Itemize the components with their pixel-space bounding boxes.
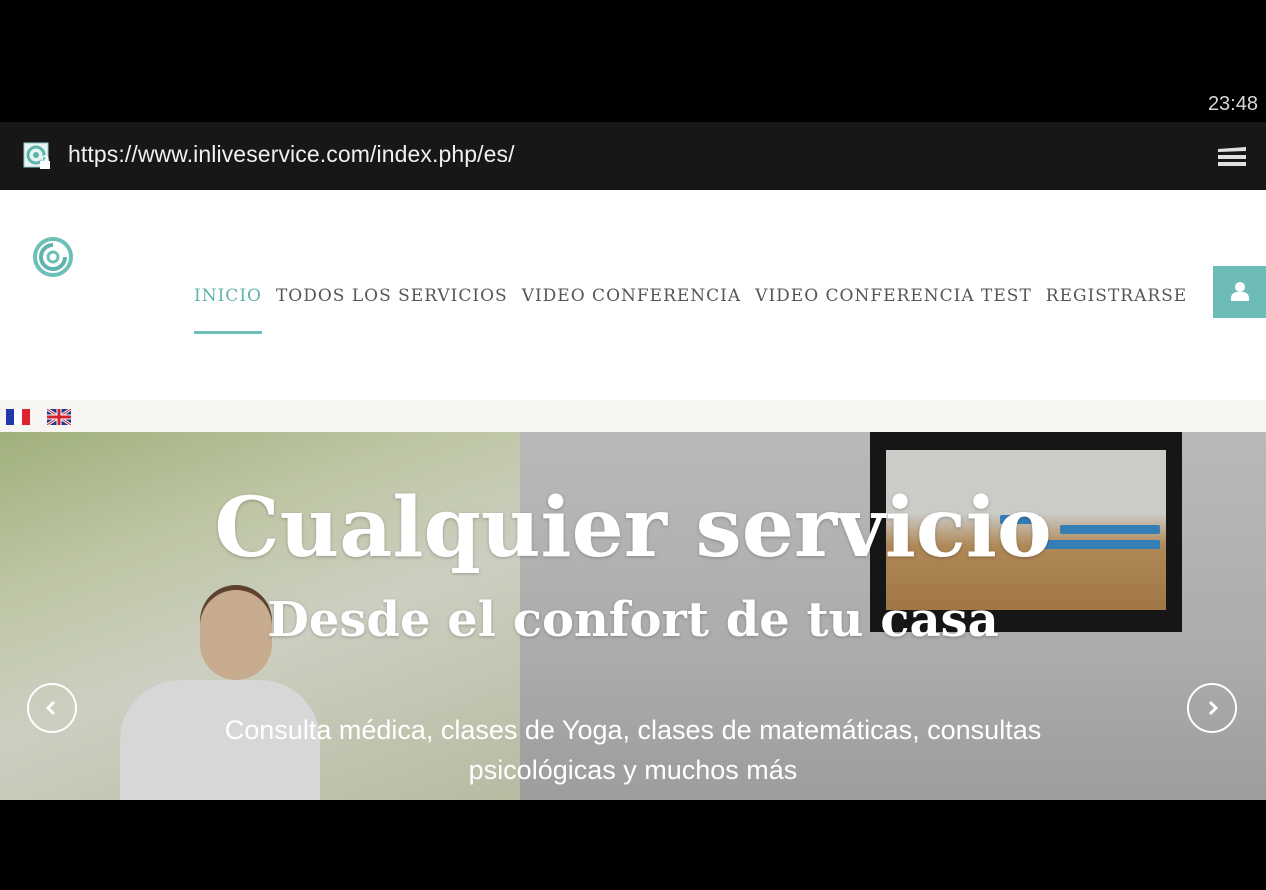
status-bar	[0, 0, 1266, 122]
url-text[interactable]: https://www.inliveservice.com/index.php/…	[68, 141, 515, 168]
status-time: 23:48	[1207, 93, 1258, 115]
main-nav: INICIO TODOS LOS SERVICIOS VIDEO CONFERE…	[194, 286, 1201, 334]
hero-description: Consulta médica, clases de Yoga, clases …	[224, 715, 1042, 785]
chevron-right-icon	[1208, 700, 1219, 716]
hero-subtitle: Desde el confort de tu casa	[267, 592, 999, 648]
tabs-menu-icon[interactable]	[1216, 143, 1248, 171]
user-login-button[interactable]	[1213, 266, 1266, 318]
slider-next-button[interactable]	[1187, 683, 1237, 733]
nav-item-video-conferencia[interactable]: VIDEO CONFERENCIA	[522, 286, 741, 306]
nav-item-registrarse[interactable]: REGISTRARSE	[1046, 286, 1187, 306]
nav-item-video-conferencia-test[interactable]: VIDEO CONFERENCIA TEST	[755, 286, 1032, 306]
bottom-bar	[0, 800, 1266, 890]
site-logo-icon[interactable]	[32, 236, 74, 278]
chevron-left-icon	[45, 700, 56, 716]
language-bar	[0, 400, 1266, 432]
flag-uk-icon[interactable]	[47, 409, 71, 425]
nav-item-inicio[interactable]: INICIO	[194, 286, 262, 334]
hero-title: Cualquier servicio	[214, 480, 1052, 576]
nav-item-todos-los-servicios[interactable]: TODOS LOS SERVICIOS	[276, 286, 508, 306]
flag-france-icon[interactable]	[6, 409, 30, 425]
slider-prev-button[interactable]	[27, 683, 77, 733]
site-lock-icon	[23, 142, 50, 169]
user-icon	[1231, 282, 1249, 301]
